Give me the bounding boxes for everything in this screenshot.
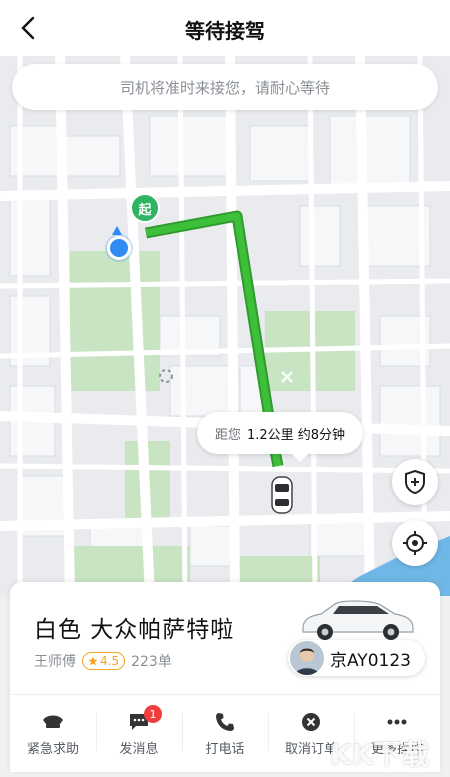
plate-number: 京AY0123 xyxy=(330,650,411,671)
action-emergency[interactable]: 紧急求助 xyxy=(10,695,96,773)
driver-name: 王师傅 xyxy=(34,654,76,670)
map-view[interactable] xyxy=(0,56,450,596)
start-pin: 起 xyxy=(130,193,160,223)
car-name: 白色 大众帕萨特啦 xyxy=(34,617,235,643)
police-hat-icon xyxy=(43,715,63,728)
action-call[interactable]: 打电话 xyxy=(182,695,268,773)
unread-badge: 1 xyxy=(144,705,162,723)
eta-prefix: 距您 xyxy=(214,427,241,443)
driver-avatar xyxy=(290,641,324,675)
safety-shield-button[interactable] xyxy=(392,459,438,505)
my-location-dot xyxy=(107,236,131,260)
header-bar: 等待接驾 xyxy=(0,0,450,56)
rating-badge: 4.5 xyxy=(82,652,126,670)
action-label: 打电话 xyxy=(205,741,245,757)
eta-distance-time: 1.2公里 约8分钟 xyxy=(246,427,346,443)
order-count: 223单 xyxy=(131,654,172,670)
car-photo xyxy=(302,600,414,640)
phone-icon xyxy=(216,712,234,731)
action-label: 发消息 xyxy=(119,741,159,757)
cancel-icon xyxy=(302,712,320,731)
locate-me-button[interactable] xyxy=(392,520,438,566)
eta-bubble: 距您 1.2公里 约8分钟 xyxy=(197,412,363,462)
action-label: 紧急求助 xyxy=(26,741,79,757)
wait-notice: 司机将准时来接您，请耐心等待 xyxy=(12,64,438,110)
driver-car-icon xyxy=(271,476,293,514)
action-message[interactable]: 发消息 1 xyxy=(96,695,182,773)
heading-arrow-icon xyxy=(112,226,122,235)
crosshair-icon xyxy=(403,531,427,555)
map-canvas xyxy=(0,56,450,596)
driver-info: 王师傅 4.5 223单 xyxy=(34,651,172,671)
page-title: 等待接驾 xyxy=(185,19,265,43)
more-icon xyxy=(387,719,407,724)
rating-value: 4.5 xyxy=(100,654,120,668)
star-icon xyxy=(88,656,98,666)
shield-plus-icon xyxy=(405,469,425,495)
plate-pill[interactable]: 京AY0123 xyxy=(288,640,425,676)
watermark-url: www.kkx.net xyxy=(340,763,398,773)
